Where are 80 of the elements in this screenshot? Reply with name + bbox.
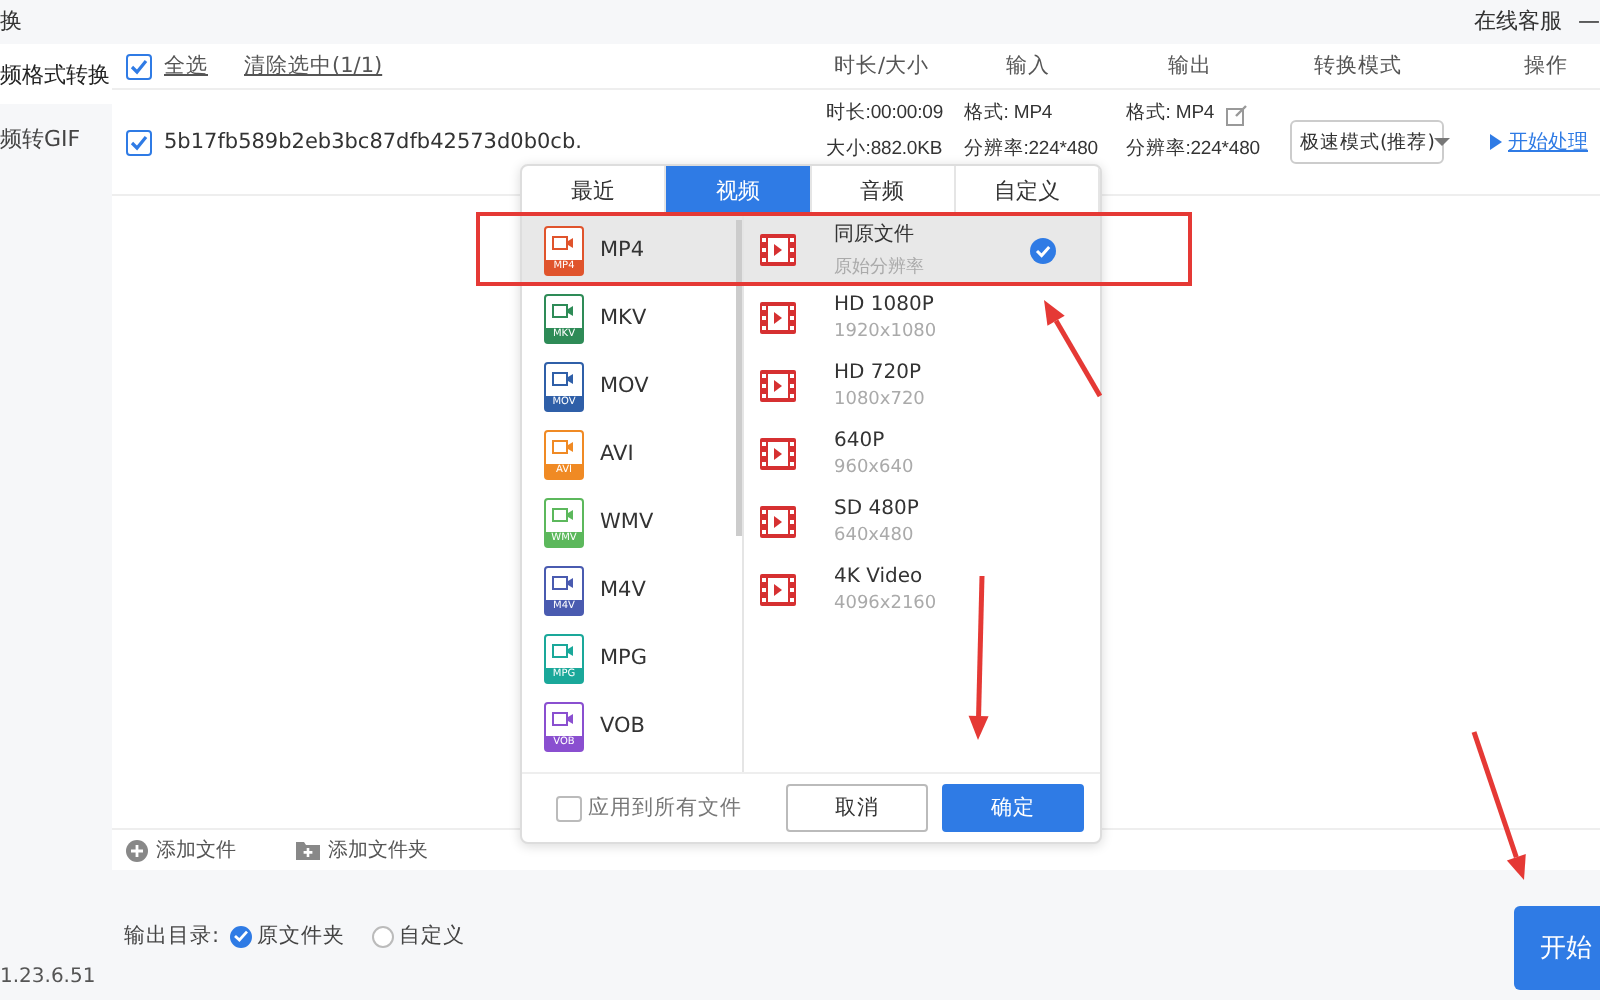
cancel-button[interactable]: 取消 [786,784,928,832]
preset-resolution: 4096x2160 [834,594,937,614]
start-process-link[interactable]: 开始处理 [1508,128,1588,156]
camera-icon [552,371,574,387]
output-dir-option[interactable]: 原文件夹 [229,922,346,950]
preset-item[interactable]: 640P 960x640 [744,420,1100,488]
preset-item[interactable]: HD 720P 1080x720 [744,352,1100,420]
preset-title: 同原文件 [834,221,916,248]
add-file-button[interactable]: 添加文件 [126,836,236,864]
preset-title: HD 1080P [834,294,936,316]
column-header: 时长/大小 [834,54,930,78]
output-dir-option[interactable]: 自定义 [371,922,466,950]
play-icon [1490,134,1502,150]
mode-dropdown[interactable]: 极速模式(推荐) [1290,120,1444,164]
apply-all-checkbox[interactable]: 应用到所有文件 [556,794,742,822]
version-label: 1.23.6.51 [0,966,98,988]
file-name: 5b17fb589b2eb3bc87dfb42573d0b0cb. [164,130,582,154]
preset-resolution: 原始分辨率 [834,255,924,280]
format-tab[interactable]: 视频 [666,166,811,214]
preset-title: 640P [834,430,887,452]
format-tab[interactable]: 自定义 [955,166,1100,214]
film-icon [760,438,796,470]
annotation-arrow [1044,300,1103,398]
column-header: 输入 [1006,54,1050,78]
folder-plus-icon [296,840,320,860]
camera-icon [552,643,574,659]
camera-icon [552,303,574,319]
output-format-text: 格式: MP4 [1126,102,1215,126]
caret-icon [1434,138,1451,146]
plus-circle-icon [126,839,148,861]
clear-selection-link[interactable]: 清除选中(1/1) [244,52,383,80]
input-format-text: 格式: MP4 [964,102,1055,126]
checkbox[interactable] [556,795,582,821]
preset-resolution: 960x640 [834,458,914,478]
column-header: 输出 [1168,54,1212,78]
film-icon [760,234,796,266]
edit-icon [1226,103,1249,125]
preset-item[interactable]: 同原文件 原始分辨率 [744,216,1100,284]
preset-title: HD 720P [834,362,924,384]
select-all-link[interactable]: 全选 [164,52,208,80]
minimize-button[interactable]: — [1578,7,1600,33]
size-text: 大小:882.0KB [826,138,945,162]
support-link[interactable]: 在线客服 [1474,5,1562,35]
preset-item[interactable]: SD 480P 640x480 [744,488,1100,556]
film-icon [760,574,796,606]
camera-icon [552,575,574,591]
preset-resolution: 1080x720 [834,390,925,410]
preset-resolution: 1920x1080 [834,322,937,342]
start-button[interactable]: 开始 [1514,906,1600,990]
checkbox[interactable] [126,53,152,79]
camera-icon [552,439,574,455]
add-folder-button[interactable]: 添加文件夹 [296,836,428,864]
sidebar-item[interactable]: 频转GIF [0,108,112,168]
sidebar-item[interactable]: 频格式转换 [0,44,112,104]
duration-text: 时长:00:00:09 [826,102,946,126]
preset-resolution: 640x480 [834,526,916,546]
check-circle-icon [1030,237,1056,263]
camera-icon [552,507,574,523]
column-header: 转换模式 [1314,54,1402,78]
film-icon [760,302,796,334]
output-dir-label: 输出目录: [124,922,220,950]
scrollbar[interactable] [736,220,742,536]
column-header: 操作 [1524,54,1568,78]
radio-button[interactable] [371,925,394,947]
film-icon [760,370,796,402]
preset-item[interactable]: 4K Video 4096x2160 [744,556,1100,624]
camera-icon [552,711,574,727]
preset-title: SD 480P [834,498,919,520]
checkbox[interactable] [126,129,152,155]
preset-item[interactable]: HD 1080P 1920x1080 [744,284,1100,352]
film-icon [760,506,796,538]
camera-icon [552,235,574,251]
window-title: 换 [0,5,22,35]
format-tab[interactable]: 音频 [811,166,956,214]
preset-title: 4K Video [834,566,925,588]
input-resolution-text: 分辨率:224*480 [964,138,1100,162]
output-resolution-text: 分辨率:224*480 [1126,138,1262,162]
confirm-button[interactable]: 确定 [942,784,1084,832]
apply-all-label: 应用到所有文件 [588,794,742,822]
radio-button[interactable] [229,925,252,947]
